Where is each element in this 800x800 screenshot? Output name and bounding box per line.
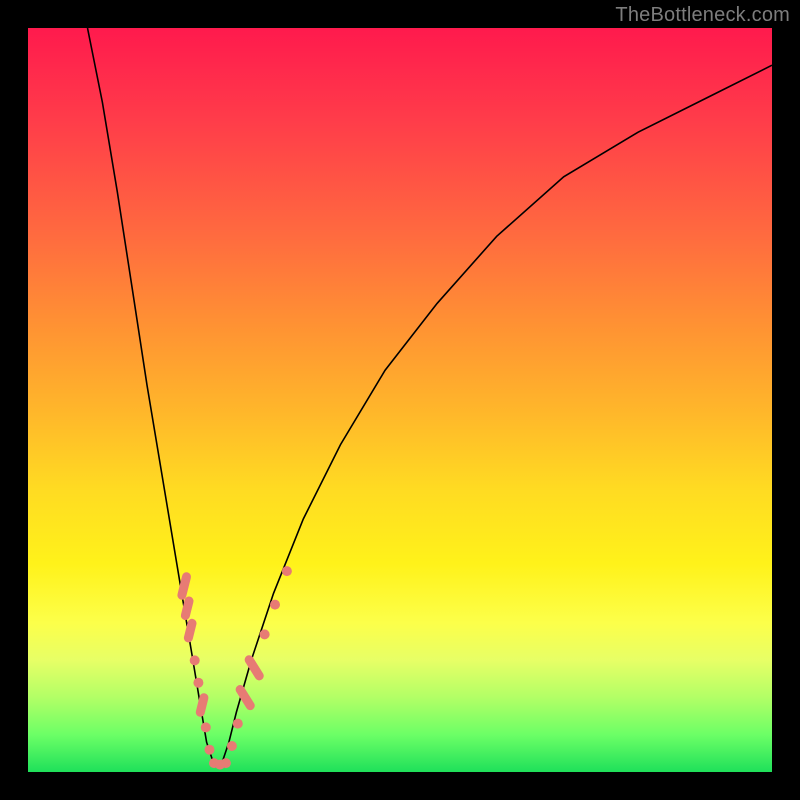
bottleneck-curve [88, 28, 773, 765]
bead [193, 678, 203, 688]
bead [190, 655, 200, 665]
bead [282, 566, 292, 576]
bead [183, 618, 198, 643]
bead [221, 758, 231, 768]
bead [195, 692, 210, 717]
bead [233, 719, 243, 729]
curve-svg [28, 28, 772, 772]
chart-frame: TheBottleneck.com [0, 0, 800, 800]
bead [201, 722, 211, 732]
plot-area [28, 28, 772, 772]
bead [205, 745, 215, 755]
watermark-text: TheBottleneck.com [615, 4, 790, 27]
bead [227, 741, 237, 751]
bead [260, 629, 270, 639]
bead [270, 600, 280, 610]
